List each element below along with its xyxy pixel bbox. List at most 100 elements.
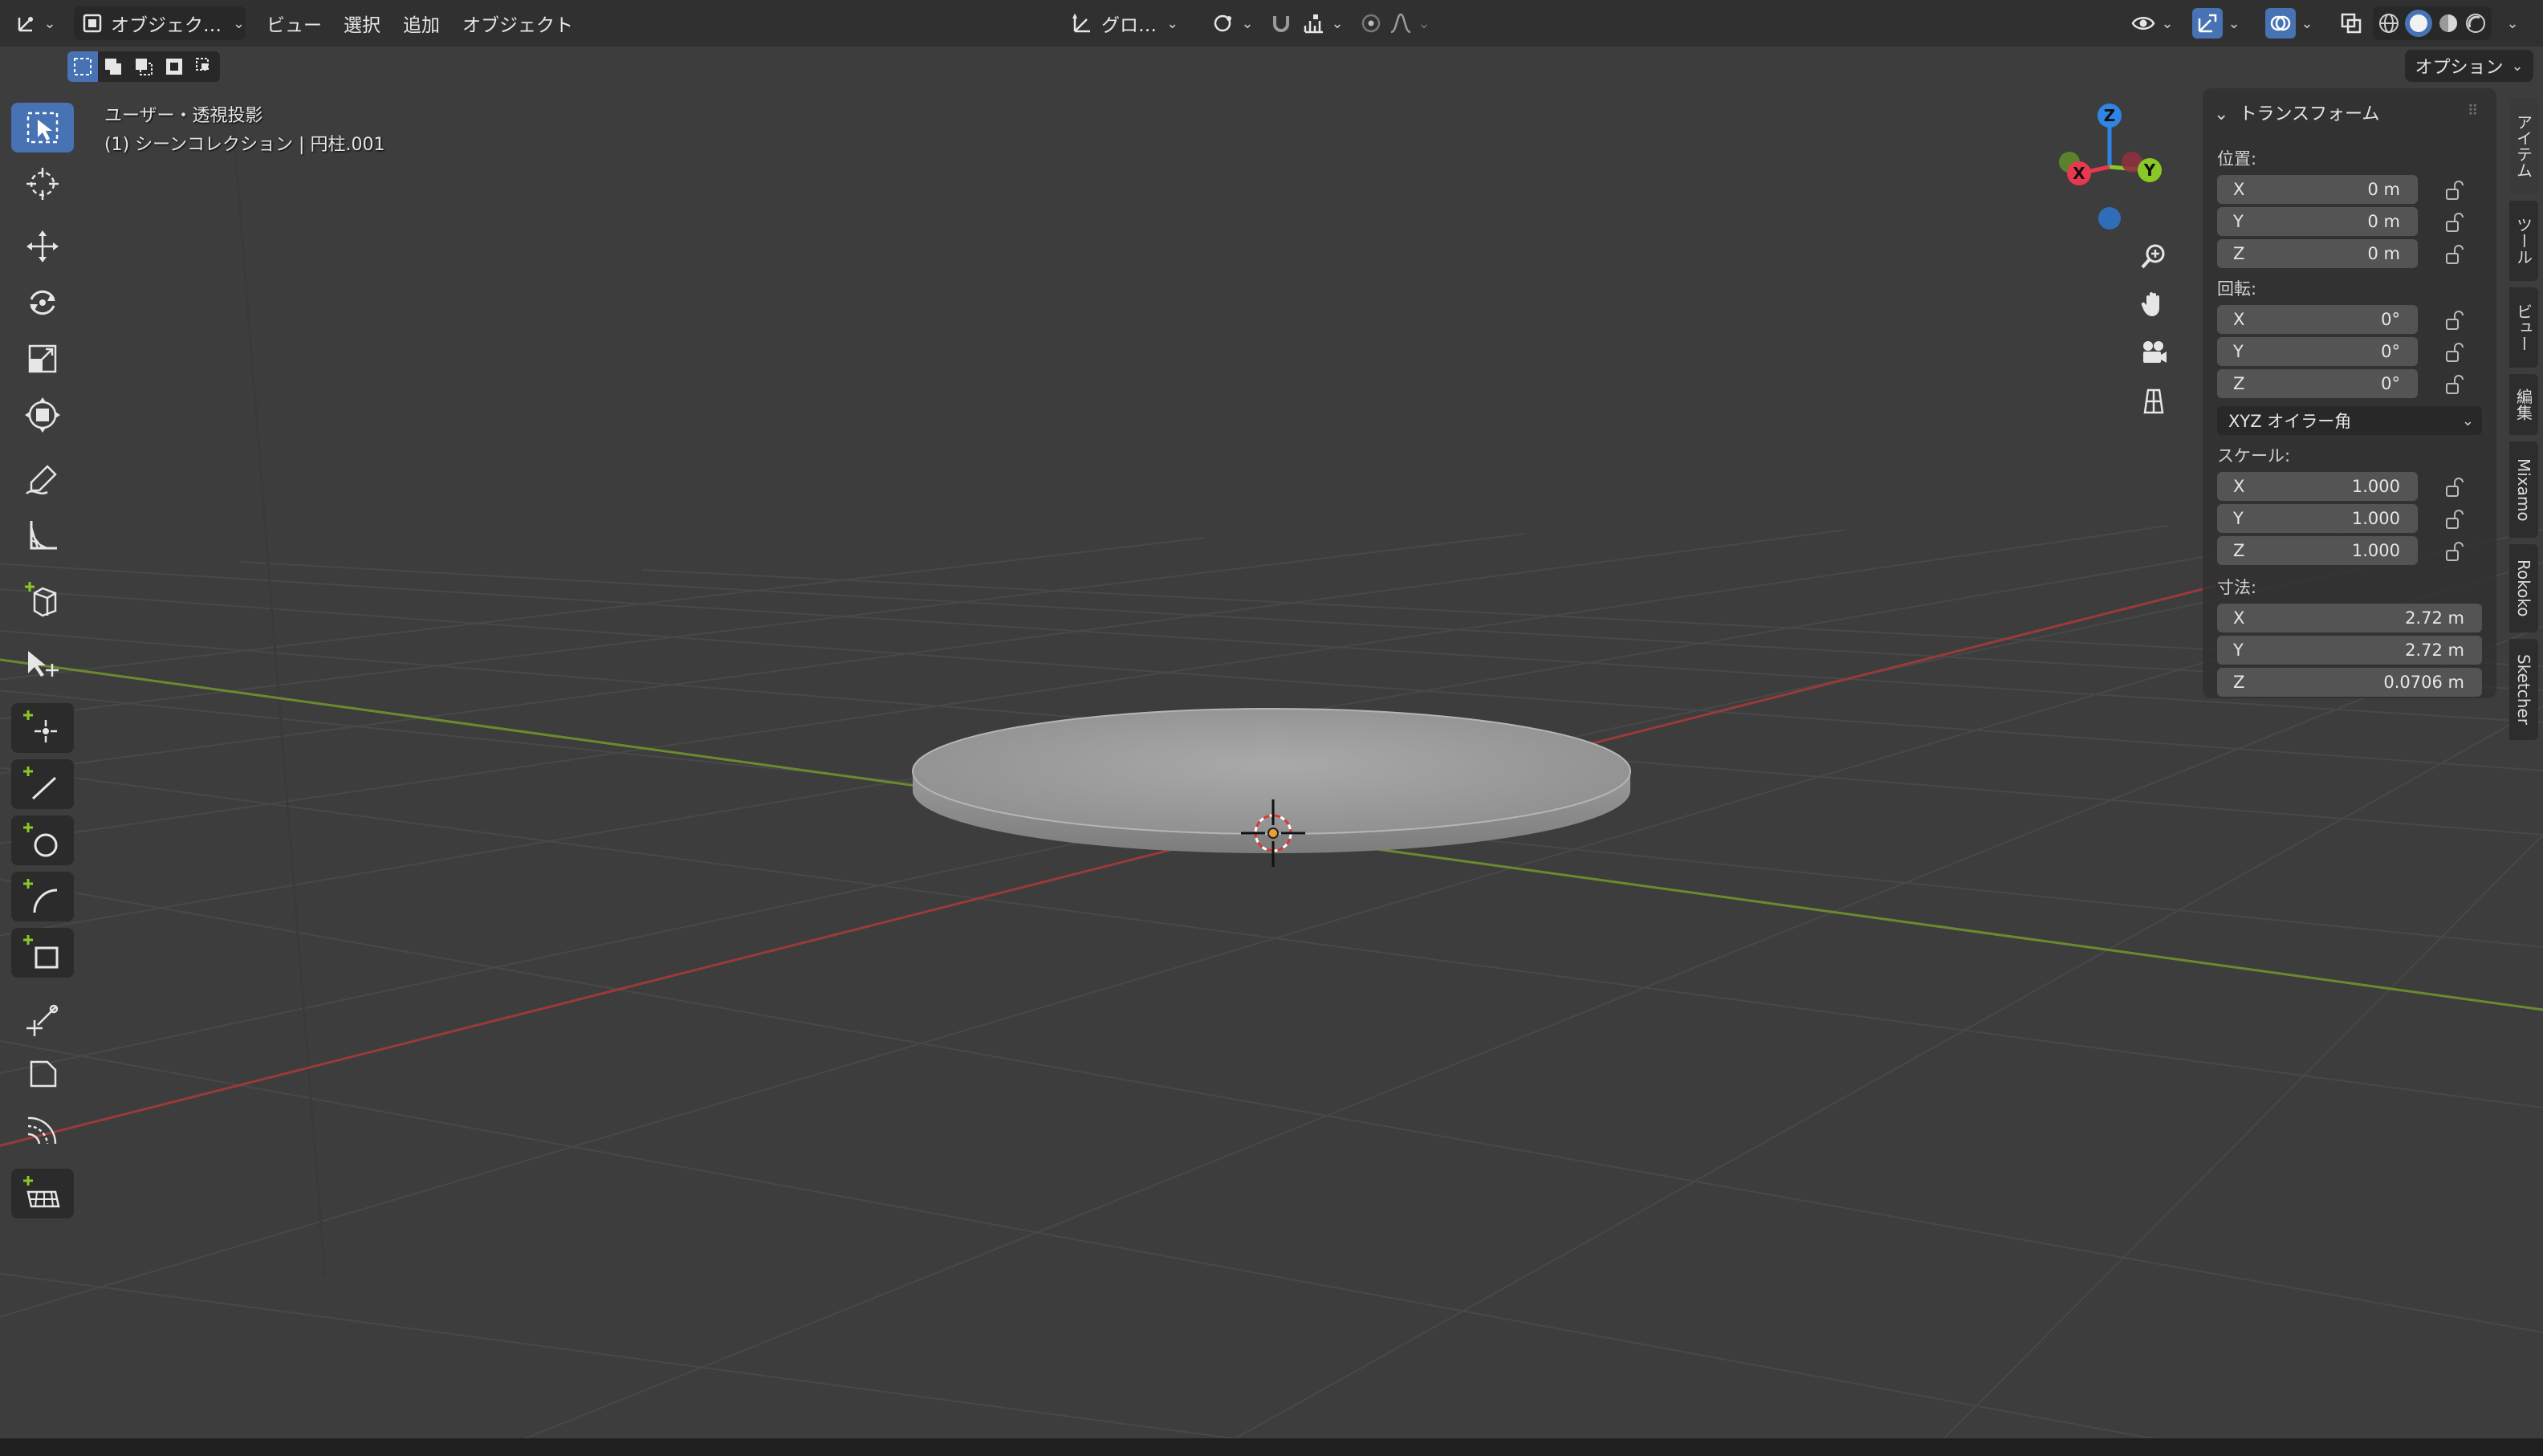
add-cube-icon bbox=[25, 582, 57, 617]
rotation-mode-select[interactable]: XYZ オイラー角 ⌄ bbox=[2217, 406, 2482, 435]
field-value: 2.72 m bbox=[2405, 608, 2464, 628]
select-intersect-button[interactable] bbox=[189, 51, 220, 82]
solid-shading-active[interactable] bbox=[2405, 10, 2432, 37]
select-extend-button[interactable] bbox=[98, 51, 128, 82]
rotation-y-field[interactable]: Y 0° bbox=[2217, 337, 2418, 366]
lock-icon[interactable] bbox=[2443, 539, 2468, 563]
scale-y-field[interactable]: Y 1.000 bbox=[2217, 504, 2418, 533]
menu-view[interactable]: ビュー bbox=[267, 8, 322, 39]
axis-label: Y bbox=[2233, 212, 2244, 231]
scale-z-field[interactable]: Z 1.000 bbox=[2217, 536, 2418, 565]
transform-panel-header[interactable]: ⌄ トランスフォーム bbox=[2214, 100, 2379, 125]
pan-view-button[interactable] bbox=[2134, 284, 2174, 324]
select-invert-icon bbox=[166, 59, 182, 75]
lock-icon[interactable] bbox=[2443, 178, 2468, 202]
tool-offset[interactable] bbox=[11, 1104, 74, 1154]
xray-icon bbox=[2341, 13, 2362, 34]
editor-type-button[interactable]: ⌄ bbox=[11, 6, 59, 40]
lock-icon[interactable] bbox=[2443, 507, 2468, 531]
material-shading-icon[interactable] bbox=[2437, 12, 2460, 35]
tool-extrude[interactable] bbox=[11, 639, 74, 689]
tool-measure[interactable] bbox=[11, 510, 74, 560]
tab-label: Rokoko bbox=[2514, 559, 2533, 617]
tool-add-circle[interactable] bbox=[11, 815, 74, 865]
select-subtract-button[interactable] bbox=[128, 51, 159, 82]
shading-options-button[interactable]: ⌄ bbox=[2496, 6, 2529, 40]
tab-label: アイテム bbox=[2513, 114, 2533, 178]
view-name: ユーザー・透視投影 bbox=[104, 106, 263, 126]
gizmo-toggle[interactable]: ⌄ bbox=[2187, 6, 2246, 40]
tab-sketcher[interactable]: Sketcher bbox=[2509, 639, 2538, 740]
tab-tool[interactable]: ツール bbox=[2509, 201, 2538, 281]
location-x-field[interactable]: X 0 m bbox=[2217, 175, 2418, 204]
tool-move[interactable] bbox=[11, 222, 74, 271]
tool-transform[interactable] bbox=[11, 390, 74, 440]
lock-icon[interactable] bbox=[2443, 242, 2468, 266]
rotation-z-field[interactable]: Z 0° bbox=[2217, 369, 2418, 398]
snap-toggle[interactable] bbox=[1265, 6, 1297, 40]
proportional-icon bbox=[1361, 14, 1381, 33]
tool-add-edge[interactable] bbox=[11, 759, 74, 809]
chevron-down-icon: ⌄ bbox=[2161, 14, 2174, 32]
lock-icon[interactable] bbox=[2443, 340, 2468, 364]
location-z-field[interactable]: Z 0 m bbox=[2217, 239, 2418, 268]
tool-annotate[interactable] bbox=[11, 454, 74, 504]
tab-mixamo[interactable]: Mixamo bbox=[2509, 441, 2538, 538]
proportional-falloff-button[interactable]: ⌄ bbox=[1389, 6, 1430, 40]
tool-constraint[interactable] bbox=[11, 992, 74, 1042]
camera-view-button[interactable] bbox=[2134, 332, 2174, 372]
rotation-x-field[interactable]: X 0° bbox=[2217, 305, 2418, 334]
mode-selector[interactable]: オブジェク… ⌄ bbox=[74, 6, 246, 40]
tool-select-box[interactable] bbox=[11, 103, 74, 153]
tool-bevel[interactable] bbox=[11, 1048, 74, 1098]
proportional-editing-toggle[interactable] bbox=[1357, 6, 1385, 40]
location-y-field[interactable]: Y 0 m bbox=[2217, 207, 2418, 236]
field-value: 0° bbox=[2381, 374, 2400, 393]
tool-add-vertex[interactable] bbox=[11, 703, 74, 753]
lock-icon[interactable] bbox=[2443, 308, 2468, 332]
field-value: 0° bbox=[2381, 342, 2400, 361]
scale-x-field[interactable]: X 1.000 bbox=[2217, 472, 2418, 501]
snap-target-button[interactable]: ⌄ bbox=[1299, 6, 1347, 40]
navigation-gizmo[interactable]: Z Y X bbox=[2039, 96, 2167, 241]
select-new-button[interactable] bbox=[67, 51, 98, 82]
object-visibility-button[interactable]: ⌄ bbox=[2129, 6, 2175, 40]
select-invert-button[interactable] bbox=[159, 51, 189, 82]
gizmo-active-bg bbox=[2192, 8, 2224, 39]
pivot-point-button[interactable]: ⌄ bbox=[1210, 6, 1255, 40]
menu-add[interactable]: 追加 bbox=[403, 8, 440, 39]
menu-object[interactable]: オブジェクト bbox=[462, 8, 573, 39]
transform-orientation-selector[interactable]: グロ… ⌄ bbox=[1071, 6, 1199, 40]
wireframe-shading-icon[interactable] bbox=[2378, 12, 2400, 35]
chevron-down-icon: ⌄ bbox=[1241, 14, 1254, 32]
overlays-toggle[interactable]: ⌄ bbox=[2259, 6, 2320, 40]
tool-scale[interactable] bbox=[11, 334, 74, 384]
rendered-shading-icon[interactable] bbox=[2464, 12, 2487, 35]
object-mode-icon bbox=[83, 14, 102, 33]
lock-icon[interactable] bbox=[2443, 372, 2468, 397]
location-label: 位置: bbox=[2217, 149, 2257, 169]
xray-toggle[interactable] bbox=[2336, 6, 2366, 40]
lock-icon[interactable] bbox=[2443, 475, 2468, 499]
tool-rotate[interactable] bbox=[11, 278, 74, 327]
dimensions-z-field[interactable]: Z 0.0706 m bbox=[2217, 668, 2482, 697]
menu-select[interactable]: 選択 bbox=[344, 8, 380, 39]
toggle-perspective-button[interactable] bbox=[2134, 380, 2174, 421]
zoom-view-button[interactable] bbox=[2134, 236, 2174, 276]
lock-icon[interactable] bbox=[2443, 210, 2468, 234]
dimensions-x-field[interactable]: X 2.72 m bbox=[2217, 604, 2482, 632]
tool-add-rectangle[interactable] bbox=[11, 928, 74, 978]
orientation-label: グロ… bbox=[1101, 15, 1157, 36]
tool-add-cube[interactable] bbox=[11, 575, 74, 624]
tab-edit[interactable]: 編集 bbox=[2509, 374, 2538, 435]
tool-cursor[interactable] bbox=[11, 159, 74, 209]
tab-view[interactable]: ビュー bbox=[2509, 287, 2538, 368]
tool-add-grid[interactable] bbox=[11, 1169, 74, 1218]
tab-rokoko[interactable]: Rokoko bbox=[2509, 544, 2538, 632]
dimensions-y-field[interactable]: Y 2.72 m bbox=[2217, 636, 2482, 665]
options-dropdown[interactable]: オプション ⌄ bbox=[2405, 50, 2533, 82]
neg-z-handle[interactable] bbox=[2098, 207, 2121, 230]
tool-add-arc[interactable] bbox=[11, 872, 74, 921]
drag-handle-icon[interactable]: ⠿ bbox=[2468, 103, 2478, 120]
tab-item[interactable]: アイテム bbox=[2509, 98, 2538, 194]
